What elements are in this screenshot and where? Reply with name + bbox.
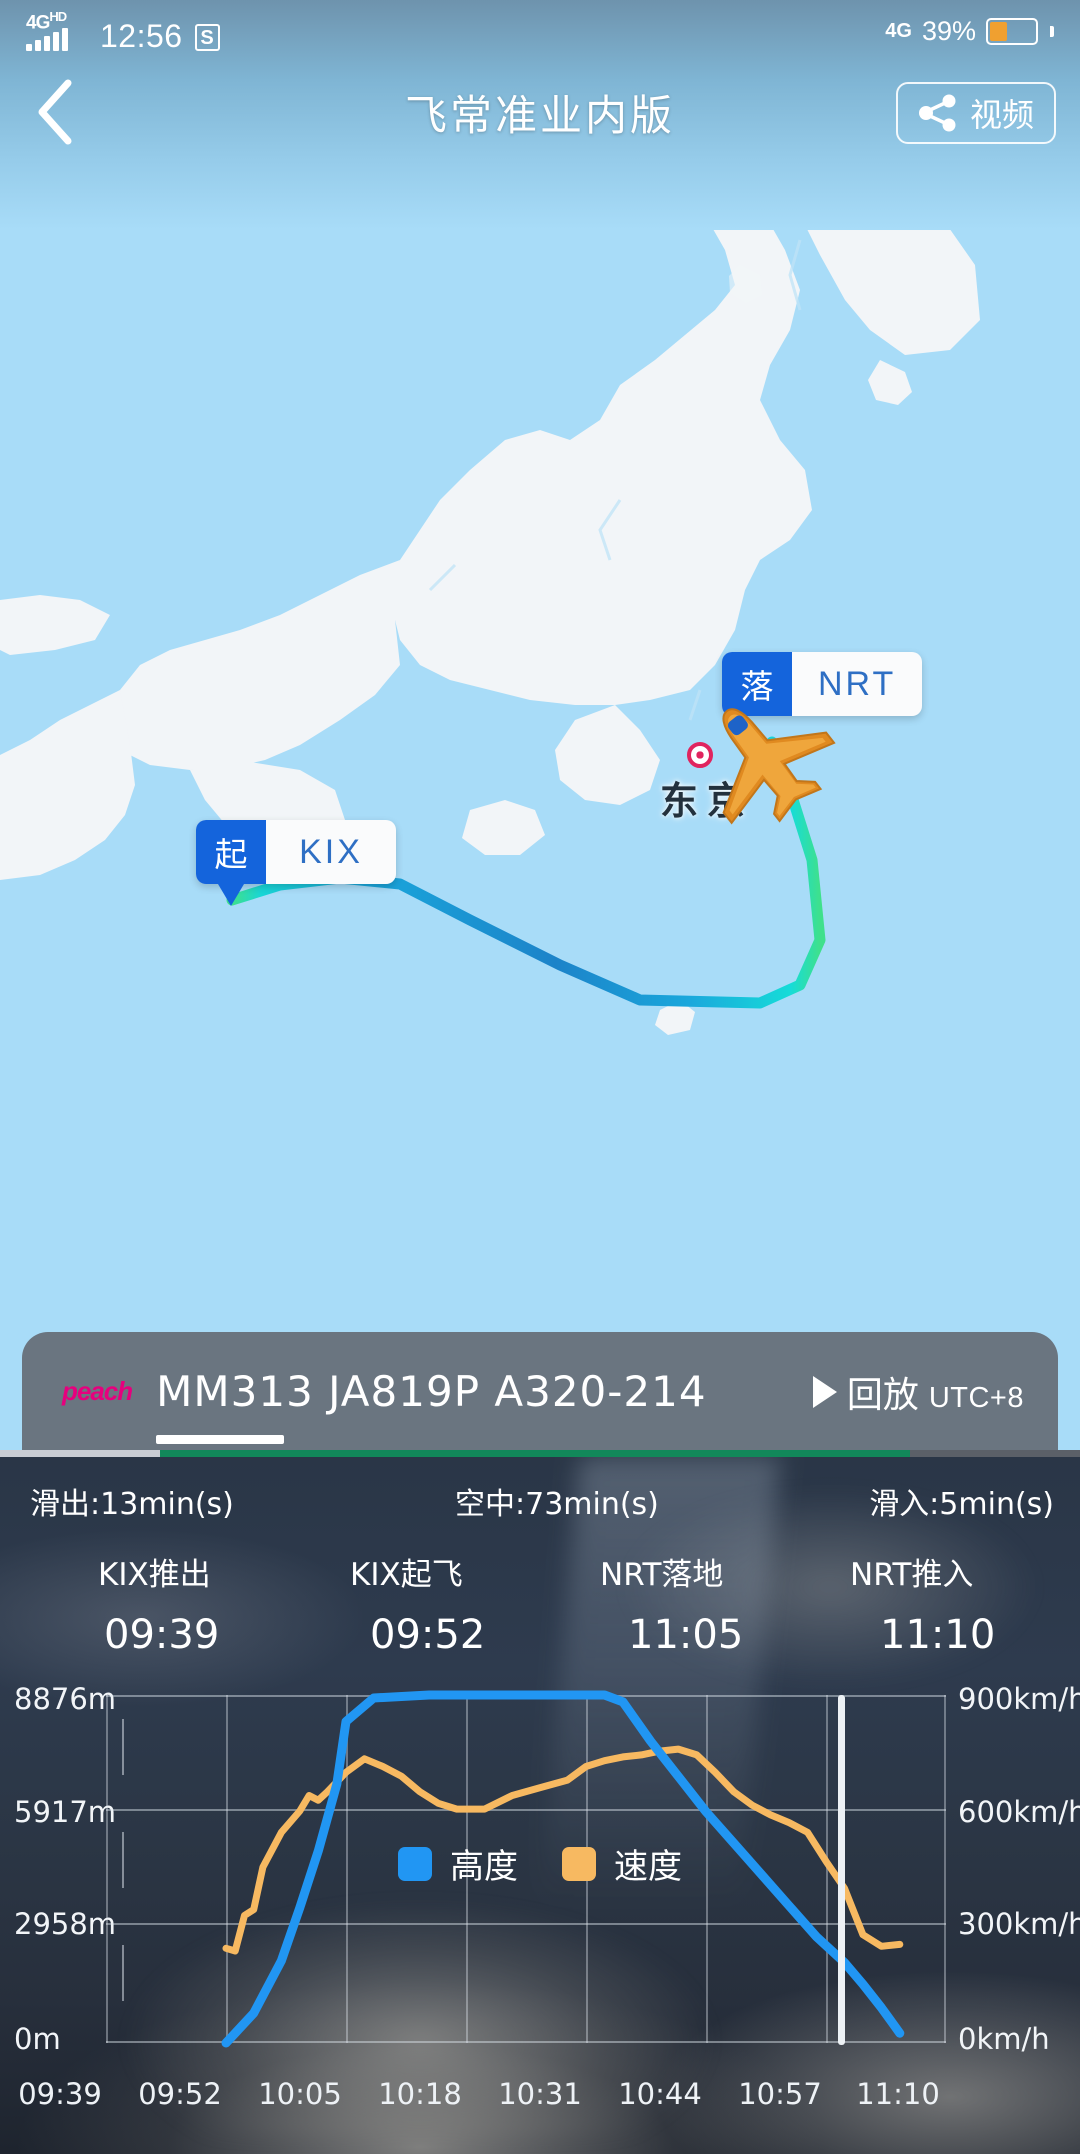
network-hd-label: HD [49,9,67,24]
status-bar-left: 4GHD 12:56 S [26,9,220,53]
legend-label-altitude: 高度 [450,1847,518,1887]
x-tick-0: 09:39 [18,2077,102,2111]
x-tick-3: 10:18 [378,2077,462,2111]
signal-bars-icon [26,28,68,51]
y-right-tick-600: 600km/h [958,1795,1080,1829]
flight-profile-panel: 滑出:13min(s) 空中:73min(s) 滑入:5min(s) KIX推出… [0,1457,1080,2154]
status-bar-right: 4G 39% [885,16,1054,47]
flight-identifiers: MM313 JA819P A320-214 [156,1367,706,1444]
taxi-out-duration: 滑出:13min(s) [30,1487,234,1522]
event-time-kix-takeoff: 09:52 [370,1612,486,1658]
airline-logo: peach [62,1375,133,1406]
share-video-button[interactable]: 视频 [895,82,1056,144]
legend-swatch-speed [562,1846,596,1881]
legend-swatch-altitude [398,1846,432,1881]
taxi-in-duration: 滑入:5min(s) [869,1487,1054,1522]
share-icon [918,94,956,132]
event-name-kix-takeoff: KIX起飞 [350,1557,463,1593]
sim-badge-icon: S [194,24,220,51]
battery-icon [986,17,1038,45]
y-left-tick-0: 0m [14,2022,61,2056]
x-tick-6: 10:57 [738,2077,822,2111]
event-time-kix-pushback: 09:39 [104,1612,220,1658]
airborne-duration: 空中:73min(s) [455,1487,659,1522]
flight-map[interactable]: 东京 起 KIX 落 NRT [0,0,1080,1360]
play-icon [812,1376,837,1408]
y-right-tick-900: 900km/h [958,1682,1080,1716]
flight-info-bar[interactable]: peach MM313 JA819P A320-214 回放 UTC+8 [22,1332,1058,1450]
origin-marker-tag: 起 [196,820,266,884]
x-tick-5: 10:44 [618,2077,702,2111]
share-video-label: 视频 [969,96,1034,134]
flight-progress-bar[interactable] [0,1450,1080,1457]
status-bar-clock: 12:56 [100,18,183,54]
speed-axis-bar [838,1695,845,2045]
x-tick-2: 10:05 [258,2077,342,2111]
origin-marker-code: KIX [299,832,363,871]
chart-legend: 高度 速度 [398,1839,682,1888]
y-right-tick-0: 0km/h [958,2022,1050,2056]
x-tick-4: 10:31 [498,2077,582,2111]
event-name-nrt-landing: NRT落地 [600,1557,724,1593]
y-right-tick-300: 300km/h [958,1907,1080,1941]
event-name-kix-pushback: KIX推出 [98,1557,211,1593]
event-time-nrt-landing: 11:05 [628,1612,744,1658]
progress-segment-airborne [160,1450,910,1457]
battery-cap-icon [1050,25,1054,37]
playback-control[interactable]: 回放 UTC+8 [812,1366,1024,1418]
legend-item-speed: 速度 [562,1839,682,1888]
origin-marker-kix[interactable]: 起 KIX [196,820,396,906]
signal-strength-icon: 4GHD [26,9,88,53]
y-left-tick-5917: 5917m [14,1795,117,1829]
battery-percent-label: 39% [921,15,976,46]
legend-item-altitude: 高度 [398,1839,518,1888]
active-flight-underline [156,1434,285,1444]
top-navigation-bar: 飞常准业内版 视频 [0,62,1080,162]
x-tick-7: 11:10 [856,2077,940,2111]
event-time-nrt-gatein: 11:10 [880,1612,996,1658]
progress-segment-taxi [0,1450,160,1457]
y-left-tick-8876: 8876m [14,1682,117,1716]
network-indicator-label: 4G [885,19,912,42]
timezone-label: UTC+8 [928,1382,1024,1414]
status-bar: 4GHD 12:56 S 4G 39% [0,0,1080,62]
legend-label-speed: 速度 [614,1847,682,1887]
y-left-tick-2958: 2958m [14,1907,117,1941]
origin-marker-body[interactable]: 起 KIX [196,820,396,884]
playback-label: 回放 [846,1375,919,1416]
event-name-nrt-gatein: NRT推入 [850,1557,974,1593]
x-tick-1: 09:52 [138,2077,222,2111]
origin-marker-pointer [218,884,244,906]
progress-segment-remaining [910,1450,1080,1457]
